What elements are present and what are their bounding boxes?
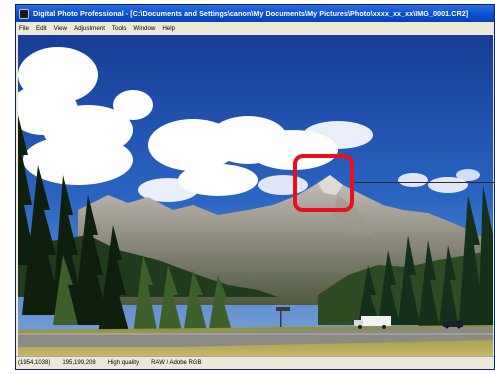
status-quality: High quality xyxy=(107,360,140,366)
status-coordinates: (1954,1038) xyxy=(18,360,51,366)
window-title: Digital Photo Professional - [C:\Documen… xyxy=(33,9,469,18)
callout-line xyxy=(354,182,495,183)
status-bar: (1954,1038) 195,199,208 High quality RAW… xyxy=(16,356,494,369)
menu-window[interactable]: Window xyxy=(133,25,155,32)
status-rgb: 195,199,208 xyxy=(62,360,96,366)
title-bar[interactable]: Digital Photo Professional - [C:\Documen… xyxy=(16,5,494,22)
menu-file[interactable]: File xyxy=(19,25,29,32)
menu-bar: File Edit View Adjustment Tools Window H… xyxy=(16,22,494,34)
app-window: Digital Photo Professional - [C:\Documen… xyxy=(15,4,495,370)
highlight-box xyxy=(293,154,354,212)
landscape-photo xyxy=(18,35,493,357)
menu-tools[interactable]: Tools xyxy=(112,25,126,32)
menu-view[interactable]: View xyxy=(54,25,67,32)
status-colorspace: RAW / Adobe RGB xyxy=(151,360,202,366)
image-viewport[interactable] xyxy=(18,35,493,357)
menu-adjustment[interactable]: Adjustment xyxy=(74,25,105,32)
app-icon xyxy=(19,8,29,19)
menu-edit[interactable]: Edit xyxy=(36,25,47,32)
menu-help[interactable]: Help xyxy=(162,25,175,32)
